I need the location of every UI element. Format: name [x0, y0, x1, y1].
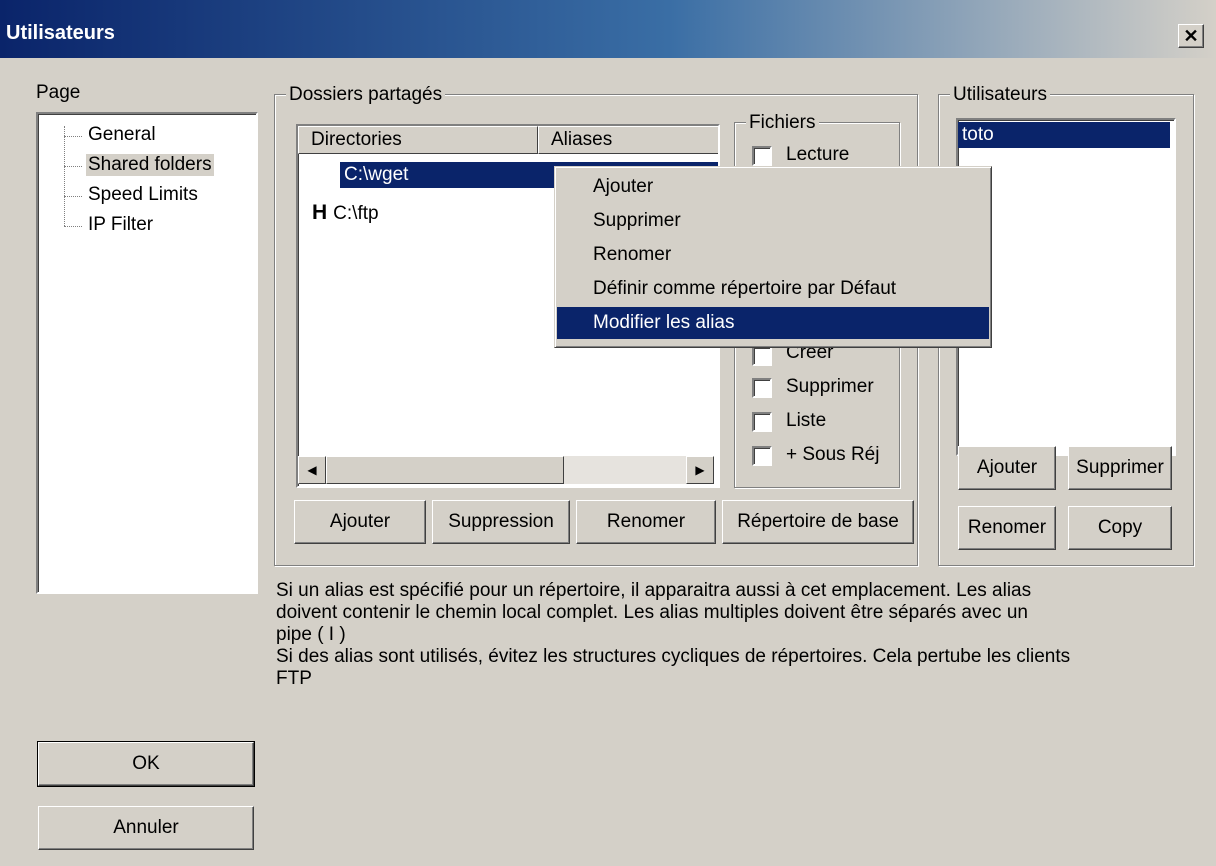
info-text: Si un alias est spécifié pour un réperto… — [276, 580, 1176, 690]
page-label: Page — [36, 82, 81, 103]
directory-path: C:\ftp — [333, 203, 379, 224]
scroll-left-button[interactable]: ◀ — [298, 456, 326, 484]
checkbox-sous-repertoires[interactable] — [752, 446, 772, 466]
menu-item-set-default[interactable]: Définir comme répertoire par Défaut — [557, 273, 989, 305]
directory-path: C:\wget — [344, 164, 409, 185]
base-directory-button[interactable]: Répertoire de base — [722, 500, 914, 544]
checkbox-creer[interactable] — [752, 346, 772, 366]
menu-item-modify-aliases[interactable]: Modifier les alias — [557, 307, 989, 339]
tree-item-general[interactable]: General — [86, 124, 158, 146]
home-marker: H — [312, 201, 328, 224]
checkbox-lecture-label: Lecture — [786, 144, 850, 165]
add-user-button[interactable]: Ajouter — [958, 446, 1056, 490]
checkbox-liste[interactable] — [752, 412, 772, 432]
info-line: doivent contenir le chemin local complet… — [276, 602, 1028, 623]
info-line: FTP — [276, 668, 312, 689]
window-title: Utilisateurs — [6, 22, 115, 44]
rename-directory-button[interactable]: Renomer — [576, 500, 716, 544]
column-header-directories[interactable]: Directories — [298, 126, 538, 154]
arrow-right-icon: ▶ — [695, 463, 705, 477]
tree-item-shared-folders[interactable]: Shared folders — [86, 154, 214, 176]
checkbox-supprimer[interactable] — [752, 378, 772, 398]
add-directory-button[interactable]: Ajouter — [294, 500, 426, 544]
checkbox-supprimer-label: Supprimer — [786, 376, 874, 397]
tree-branch — [64, 226, 82, 227]
user-item-toto[interactable]: toto — [958, 122, 1170, 148]
scroll-right-button[interactable]: ▶ — [686, 456, 714, 484]
shared-folders-label: Dossiers partagés — [286, 84, 446, 106]
info-line: Si des alias sont utilisés, évitez les s… — [276, 646, 1071, 667]
directory-row-ftp[interactable]: H C:\ftp — [312, 200, 379, 226]
menu-item-ajouter[interactable]: Ajouter — [557, 171, 989, 203]
page-tree[interactable]: General Shared folders Speed Limits IP F… — [36, 112, 258, 594]
users-group-label: Utilisateurs — [950, 84, 1050, 106]
scroll-thumb[interactable] — [326, 456, 564, 484]
tree-line — [64, 126, 65, 226]
checkbox-liste-label: Liste — [786, 410, 827, 431]
context-menu: Ajouter Supprimer Renomer Définir comme … — [554, 166, 992, 348]
arrow-left-icon: ◀ — [307, 463, 317, 477]
menu-item-supprimer[interactable]: Supprimer — [557, 205, 989, 237]
column-header-aliases[interactable]: Aliases — [538, 126, 718, 154]
checkbox-sous-repertoires-label: + Sous Réj — [786, 444, 880, 465]
checkbox-lecture[interactable] — [752, 146, 772, 166]
tree-item-speed-limits[interactable]: Speed Limits — [86, 184, 200, 206]
files-group-label: Fichiers — [746, 112, 819, 134]
info-line: Si un alias est spécifié pour un réperto… — [276, 580, 1032, 601]
rename-user-button[interactable]: Renomer — [958, 506, 1056, 550]
tree-branch — [64, 136, 82, 137]
delete-user-button[interactable]: Supprimer — [1068, 446, 1172, 490]
title-bar: Utilisateurs ✕ — [0, 0, 1216, 58]
copy-user-button[interactable]: Copy — [1068, 506, 1172, 550]
tree-branch — [64, 166, 82, 167]
tree-item-ip-filter[interactable]: IP Filter — [86, 214, 155, 236]
delete-directory-button[interactable]: Suppression — [432, 500, 570, 544]
ok-button[interactable]: OK — [37, 741, 255, 787]
menu-item-renomer[interactable]: Renomer — [557, 239, 989, 271]
tree-branch — [64, 196, 82, 197]
close-icon: ✕ — [1183, 26, 1199, 46]
cancel-button[interactable]: Annuler — [38, 806, 254, 850]
close-button[interactable]: ✕ — [1178, 24, 1204, 48]
horizontal-scrollbar[interactable]: ◀ ▶ — [298, 456, 714, 484]
info-line: pipe ( I ) — [276, 624, 346, 645]
